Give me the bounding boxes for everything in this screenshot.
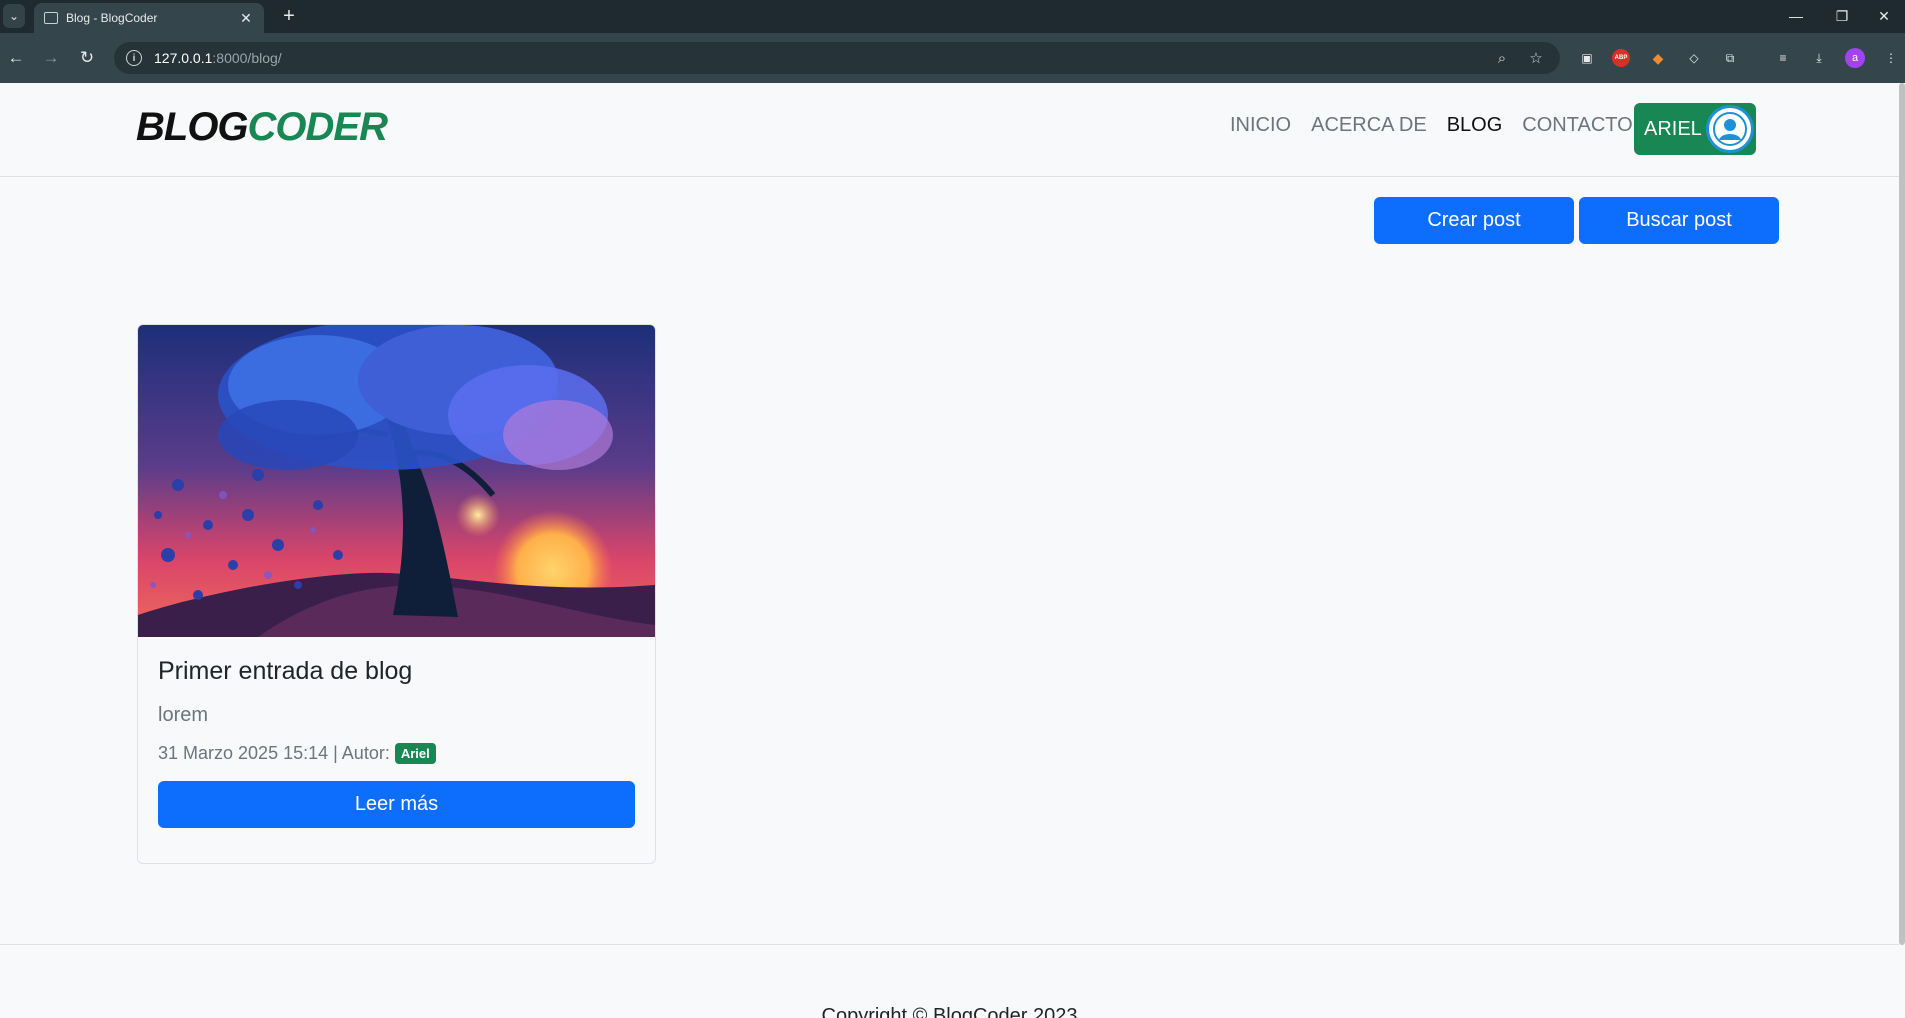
media-icon[interactable]: ≡ <box>1772 47 1794 69</box>
menu-icon[interactable]: ⋮ <box>1880 47 1902 69</box>
extensions-icon[interactable]: ⧉ <box>1719 47 1741 69</box>
browser-tab-bar: ⌄ Blog - BlogCoder ✕ + — ❐ ✕ <box>0 0 1905 33</box>
close-tab-icon[interactable]: ✕ <box>238 10 254 27</box>
book-icon <box>44 12 58 24</box>
nav-link-inicio[interactable]: INICIO <box>1230 114 1291 137</box>
brand-logo[interactable]: BLOGCODER <box>136 105 388 150</box>
post-actions: Crear post Buscar post <box>1374 197 1779 244</box>
diamond-extension-icon[interactable]: ◇ <box>1683 47 1705 69</box>
author-badge: Ariel <box>394 743 436 764</box>
site-navbar: BLOGCODER INICIO ACERCA DE BLOG CONTACTO… <box>0 83 1899 177</box>
nav-link-acerca-de[interactable]: ACERCA DE <box>1311 114 1427 137</box>
download-icon[interactable]: ⤓ <box>1808 47 1830 69</box>
browser-tab[interactable]: Blog - BlogCoder ✕ <box>34 3 264 33</box>
post-title: Primer entrada de blog <box>158 657 413 685</box>
post-card: Primer entrada de blog lorem 31 Marzo 20… <box>137 324 656 864</box>
footer-copyright: Copyright © BlogCoder 2023 <box>821 1005 1078 1018</box>
tab-title: Blog - BlogCoder <box>66 11 158 25</box>
post-date-author: 31 Marzo 2025 15:14 | Autor: <box>158 743 390 763</box>
new-tab-icon[interactable]: + <box>278 5 300 27</box>
zoom-icon[interactable]: ⌕ <box>1490 50 1514 67</box>
url-text[interactable]: 127.0.0.1:8000/blog/ <box>154 50 1480 66</box>
minimize-icon[interactable]: — <box>1778 4 1814 28</box>
footer-divider <box>0 944 1899 945</box>
nav-link-blog[interactable]: BLOG <box>1447 114 1503 137</box>
read-more-button[interactable]: Leer más <box>158 781 635 828</box>
search-post-button[interactable]: Buscar post <box>1579 197 1779 244</box>
post-image[interactable] <box>138 325 655 637</box>
page: BLOGCODER INICIO ACERCA DE BLOG CONTACTO… <box>0 83 1905 1018</box>
window-close-icon[interactable]: ✕ <box>1866 4 1902 28</box>
create-post-button[interactable]: Crear post <box>1374 197 1574 244</box>
cast-extension-icon[interactable]: ▣ <box>1576 47 1598 69</box>
nav-link-contacto[interactable]: CONTACTO <box>1522 114 1632 137</box>
forward-icon[interactable]: → <box>39 46 63 70</box>
star-icon[interactable]: ☆ <box>1524 49 1548 67</box>
back-icon[interactable]: ← <box>4 46 28 70</box>
user-menu-button[interactable]: ARIEL <box>1634 103 1756 155</box>
page-scrollbar[interactable] <box>1899 83 1905 945</box>
adblock-icon[interactable]: ABP <box>1612 49 1630 67</box>
reload-icon[interactable]: ↻ <box>75 46 99 70</box>
post-meta: 31 Marzo 2025 15:14 | Autor: Ariel <box>158 743 635 764</box>
profile-avatar[interactable]: a <box>1845 48 1865 68</box>
fox-extension-icon[interactable]: ◆ <box>1647 47 1669 69</box>
info-icon[interactable]: i <box>126 50 142 66</box>
address-bar[interactable]: i 127.0.0.1:8000/blog/ ⌕ ☆ <box>114 42 1560 74</box>
restore-icon[interactable]: ❐ <box>1824 4 1860 28</box>
user-name: ARIEL <box>1644 117 1702 140</box>
post-card-body: Primer entrada de blog lorem 31 Marzo 20… <box>138 637 655 848</box>
post-summary: lorem <box>158 704 209 726</box>
nav-links: INICIO ACERCA DE BLOG CONTACTO <box>1230 114 1633 137</box>
user-avatar-icon <box>1706 105 1754 153</box>
tab-search-icon[interactable]: ⌄ <box>3 4 25 28</box>
browser-toolbar: ← → ↻ i 127.0.0.1:8000/blog/ ⌕ ☆ ▣ ABP ◆… <box>0 33 1905 83</box>
